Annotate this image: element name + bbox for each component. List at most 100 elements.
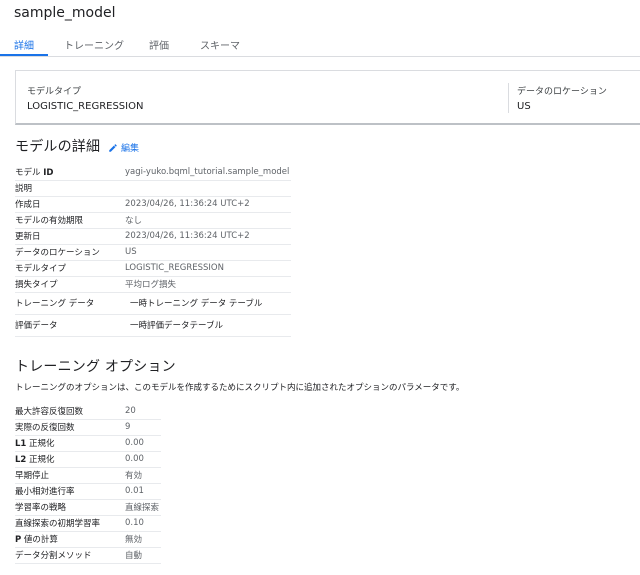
- pencil-icon: [109, 143, 117, 152]
- training-option-value: 0.00: [125, 451, 161, 468]
- details-value: [125, 180, 291, 197]
- training-option-key-text: 値の計算: [21, 535, 58, 545]
- training-option-value: 0.00: [125, 435, 161, 452]
- details-row: モデル ID yagi-yuko.bqml_tutorial.sample_mod…: [15, 164, 291, 181]
- training-option-key-text: 学習率の戦略: [15, 503, 67, 513]
- details-key-text: モデル: [15, 167, 44, 178]
- details-value: 2023/04/26, 11:36:24 UTC+2: [125, 228, 291, 245]
- details-value: 2023/04/26, 11:36:24 UTC+2: [125, 196, 291, 213]
- training-option-key-text: 正規化: [26, 439, 55, 449]
- details-key: モデルタイプ: [15, 260, 125, 277]
- training-option-row: 学習率の戦略 直線探索: [15, 499, 161, 516]
- training-option-row: 実際の反復回数 9: [15, 419, 161, 436]
- details-key-text: データのロケーション: [15, 248, 100, 258]
- details-value: 一時トレーニング データ テーブル: [125, 292, 291, 315]
- training-option-key-text: 最小相対進行率: [15, 487, 75, 497]
- edit-label: 編集: [121, 144, 140, 154]
- training-option-row: 早期停止 有効: [15, 467, 161, 484]
- training-option-key-text: 直線探索の初期学習率: [15, 519, 101, 529]
- details-key: トレーニング データ: [15, 292, 125, 315]
- details-row: 損失タイプ 平均ログ損失: [15, 276, 291, 293]
- details-key: 評価データ: [15, 314, 125, 337]
- tab-training[interactable]: トレーニング: [64, 37, 124, 52]
- model-type-value: LOGISTIC_REGRESSION: [27, 101, 144, 112]
- details-key-text: 作成日: [15, 200, 41, 210]
- model-summary-card: モデルタイプ LOGISTIC_REGRESSION データのロケーション US: [15, 70, 640, 125]
- training-options-heading: トレーニング オプション: [15, 359, 176, 375]
- details-key: 更新日: [15, 228, 125, 245]
- training-option-key-text: 早期停止: [15, 471, 50, 481]
- edit-button[interactable]: 編集: [108, 141, 139, 154]
- details-row: 更新日 2023/04/26, 11:36:24 UTC+2: [15, 228, 291, 245]
- training-option-key: 実際の反復回数: [15, 419, 125, 436]
- training-option-value: 自動: [125, 547, 161, 564]
- training-option-value: 無効: [125, 531, 161, 548]
- details-key: 作成日: [15, 196, 125, 213]
- training-option-row: L2 正規化 0.00: [15, 451, 161, 468]
- training-option-key-text: 正規化: [26, 455, 55, 465]
- details-key-text: モデルの有効期限: [15, 216, 84, 226]
- training-option-value: 0.01: [125, 483, 161, 500]
- location-label: データのロケーション: [517, 87, 607, 97]
- training-option-value: 有効: [125, 467, 161, 484]
- tab-schema[interactable]: スキーマ: [200, 37, 240, 52]
- details-row: 評価データ 一時評価データテーブル: [15, 314, 291, 337]
- tab-evaluation[interactable]: 評価: [149, 37, 169, 52]
- training-option-key-text: 実際の反復回数: [15, 423, 75, 433]
- location-value: US: [517, 101, 531, 112]
- training-option-row: 最小相対進行率 0.01: [15, 483, 161, 500]
- details-value: yagi-yuko.bqml_tutorial.sample_model: [125, 164, 291, 181]
- details-key-text: モデルタイプ: [15, 264, 67, 274]
- details-key: 損失タイプ: [15, 276, 125, 293]
- training-option-key: 学習率の戦略: [15, 499, 125, 516]
- model-type-label: モデルタイプ: [27, 87, 82, 97]
- training-option-key: 最大許容反復回数: [15, 403, 125, 420]
- training-option-key-bold: L1: [15, 439, 27, 449]
- details-key-text: 損失タイプ: [15, 280, 58, 290]
- details-key: モデルの有効期限: [15, 212, 125, 229]
- training-option-key-text: データ分割メソッド: [15, 551, 92, 561]
- training-option-value: 0.10: [125, 515, 161, 532]
- training-option-row: 直線探索の初期学習率 0.10: [15, 515, 161, 532]
- details-row: 作成日 2023/04/26, 11:36:24 UTC+2: [15, 196, 291, 213]
- card-divider: [508, 83, 509, 113]
- tab-bar: 詳細 トレーニング 評価 スキーマ: [0, 30, 640, 57]
- training-option-key: 最小相対進行率: [15, 483, 125, 500]
- details-key: データのロケーション: [15, 244, 125, 261]
- details-row: トレーニング データ 一時トレーニング データ テーブル: [15, 292, 291, 315]
- training-option-key: データ分割メソッド: [15, 547, 125, 564]
- training-option-value: 直線探索: [125, 499, 161, 516]
- details-row: モデルの有効期限 なし: [15, 212, 291, 229]
- page-title: sample_model: [14, 5, 116, 21]
- training-option-row: データ分割メソッド 自動: [15, 547, 161, 564]
- model-details-table: モデル ID yagi-yuko.bqml_tutorial.sample_mod…: [15, 164, 291, 337]
- training-option-key: 早期停止: [15, 467, 125, 484]
- details-key: モデル ID: [15, 164, 125, 181]
- tab-details[interactable]: 詳細: [14, 37, 34, 52]
- details-row: データのロケーション US: [15, 244, 291, 261]
- model-details-heading: モデルの詳細: [15, 139, 101, 155]
- training-option-key: L1 正規化: [15, 435, 125, 452]
- details-key-bold: ID: [43, 167, 54, 178]
- details-row: 説明: [15, 180, 291, 197]
- training-option-row: P 値の計算 無効: [15, 531, 161, 548]
- training-option-key: L2 正規化: [15, 451, 125, 468]
- training-option-row: L1 正規化 0.00: [15, 435, 161, 452]
- details-value: US: [125, 244, 291, 261]
- training-option-key: 直線探索の初期学習率: [15, 515, 125, 532]
- training-options-description: トレーニングのオプションは、このモデルを作成するためにスクリプト内に追加されたオ…: [15, 383, 465, 393]
- training-option-key-text: 最大許容反復回数: [15, 406, 84, 417]
- details-value: なし: [125, 212, 291, 229]
- training-option-row: 最大許容反復回数 20: [15, 403, 161, 420]
- details-key-text: トレーニング データ: [15, 299, 95, 309]
- training-option-value: 20: [125, 403, 161, 420]
- details-key-text: 更新日: [15, 232, 41, 242]
- training-option-key: P 値の計算: [15, 531, 125, 548]
- details-value: 平均ログ損失: [125, 276, 291, 293]
- details-key-text: 説明: [15, 184, 33, 194]
- active-tab-indicator: [0, 54, 48, 56]
- details-value: 一時評価データテーブル: [125, 314, 291, 337]
- details-value: LOGISTIC_REGRESSION: [125, 260, 291, 277]
- details-key: 説明: [15, 180, 125, 197]
- training-option-key-bold: L2: [15, 455, 27, 465]
